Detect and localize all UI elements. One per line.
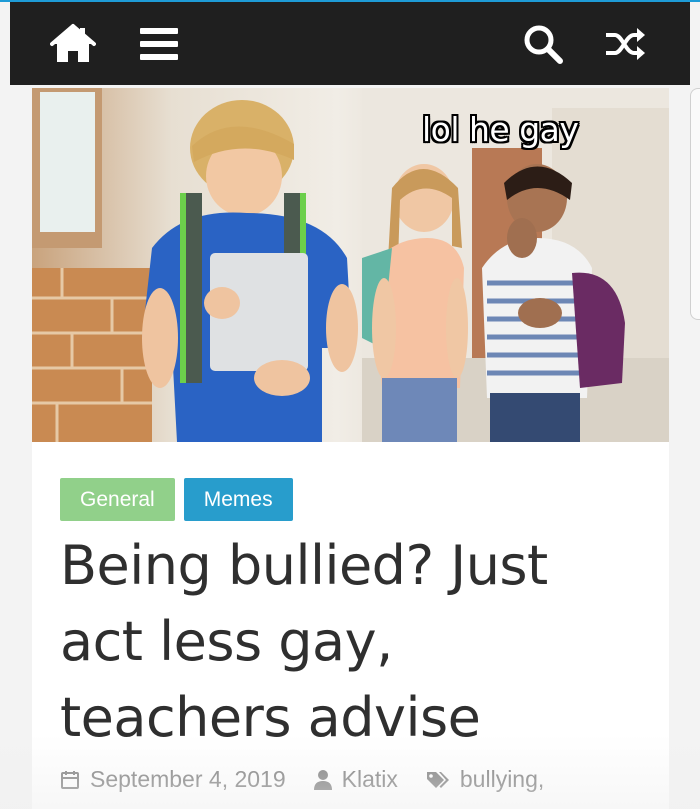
user-icon [313, 769, 332, 790]
title-line-2: act less gay, [60, 610, 393, 673]
category-general[interactable]: General [60, 478, 175, 521]
meta-author: Klatix [313, 766, 398, 793]
search-icon[interactable] [520, 21, 566, 67]
author-link[interactable]: Klatix [342, 766, 398, 793]
tag-icon [426, 771, 449, 788]
title-line-3: teachers advise [60, 686, 481, 749]
post-date-link[interactable]: September 4, 2019 [90, 766, 286, 793]
category-memes[interactable]: Memes [183, 478, 293, 521]
top-navbar [10, 2, 690, 85]
featured-image[interactable]: lol he gay [32, 88, 669, 442]
category-tags: General Memes [60, 478, 293, 521]
calendar-icon [61, 770, 79, 789]
home-icon[interactable] [50, 21, 96, 67]
meme-caption: lol he gay [422, 110, 579, 149]
scroll-edge [690, 88, 700, 320]
meta-tags: bullying, [426, 766, 544, 793]
article-title[interactable]: Being bullied? Just act less gay, teache… [60, 528, 650, 756]
menu-icon[interactable] [136, 21, 182, 67]
shuffle-icon[interactable] [602, 21, 648, 67]
article-card: lol he gay General Memes Being bullied? … [32, 88, 669, 809]
title-line-1: Being bullied? Just [60, 534, 548, 597]
meta-date: September 4, 2019 [60, 766, 286, 793]
tag-link-bullying[interactable]: bullying, [460, 766, 544, 793]
article-meta: September 4, 2019 Klatix bullying, [60, 766, 572, 793]
